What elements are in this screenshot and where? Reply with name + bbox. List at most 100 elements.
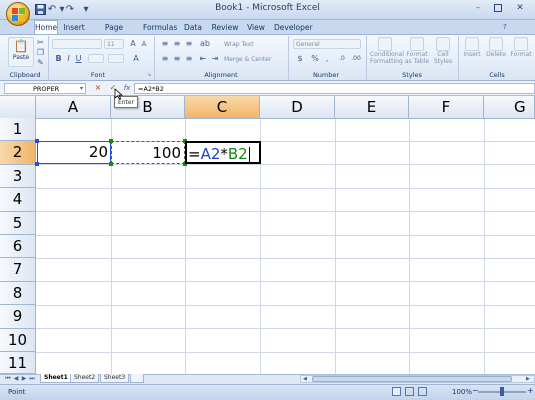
paste-button[interactable]: 📋 Paste [8,37,34,67]
last-sheet-icon[interactable]: ⏭ [28,375,36,383]
page-break-view-icon[interactable] [418,387,427,396]
format-painter-icon[interactable]: ✎ [36,58,45,67]
alignment-group-label: Alignment [204,71,238,79]
office-button[interactable] [6,2,30,26]
conditional-formatting-button[interactable]: Conditional Formatting [370,37,404,71]
next-sheet-icon[interactable]: ▶ [20,375,28,383]
tab-formulas[interactable]: Formulas [143,22,177,34]
align-left-icon[interactable]: ≡ [160,54,170,64]
merge-center-button[interactable]: Merge & Center [224,56,284,64]
font-group-label: Font [90,71,106,79]
insert-sheet-icon[interactable] [130,374,144,383]
decrease-indent-icon[interactable]: ⇤ [198,54,208,64]
name-box-dropdown-icon[interactable]: ▾ [80,84,86,93]
sheet-tab-sheet2[interactable]: Sheet2 [70,374,100,383]
scroll-left-icon[interactable]: ◀ [303,376,309,382]
wrap-text-button[interactable]: Wrap Text [224,41,270,49]
conditional-formatting-icon [378,37,392,51]
column-header-g[interactable]: G [484,96,535,119]
percent-icon[interactable]: % [310,54,320,64]
column-header-a[interactable]: A [36,96,111,119]
cell-a2[interactable]: 20 [37,141,111,164]
font-color-icon[interactable]: A [128,54,144,63]
close-icon[interactable]: ✕ [512,2,528,14]
row-header-2[interactable]: 2 [0,141,36,165]
formula-equals: = [188,145,201,163]
prev-sheet-icon[interactable]: ◀ [12,375,20,383]
tab-review[interactable]: Review [211,22,239,34]
tab-developer[interactable]: Developer [274,22,313,34]
column-header-e[interactable]: E [335,96,409,119]
orientation-icon[interactable]: ab [198,39,212,49]
row-header-8[interactable]: 8 [0,281,36,306]
formula-input[interactable]: =A2*B2 [134,83,535,94]
row-header-9[interactable]: 9 [0,305,36,329]
tab-home[interactable]: Home [34,20,58,35]
sheet-tab-sheet1[interactable]: Sheet1 [40,374,72,383]
zoom-in-icon[interactable]: + [527,386,534,396]
delete-cells-button[interactable]: Delete [484,37,508,71]
cell-b2[interactable]: 100 [111,141,185,164]
number-format-select[interactable]: General [293,39,361,49]
minimize-icon[interactable]: – [476,4,484,12]
align-bottom-icon[interactable]: ≡ [184,39,194,49]
row-header-1[interactable]: 1 [0,118,36,142]
borders-button[interactable] [88,54,104,63]
row-header-3[interactable]: 3 [0,164,36,189]
grow-font-icon[interactable]: A [128,39,138,49]
name-box[interactable]: PROPER [4,83,86,94]
font-size-select[interactable]: 11 [104,39,124,49]
row-header-11[interactable]: 11 [0,352,36,374]
insert-cells-button[interactable]: Insert [461,37,483,71]
underline-icon[interactable]: U [74,54,83,63]
copy-icon[interactable]: ❐ [36,48,45,57]
align-top-icon[interactable]: ≡ [160,39,170,49]
row-header-7[interactable]: 7 [0,258,36,282]
cell-c2-active[interactable]: =A2*B2 [185,141,261,164]
align-right-icon[interactable]: ≡ [184,54,194,64]
tab-page-layout[interactable]: Page Layout [94,22,134,44]
currency-icon[interactable]: $ [294,54,306,64]
comma-style-icon[interactable]: , [322,54,332,64]
bold-icon[interactable]: B [54,54,63,63]
cut-icon[interactable]: ✂ [36,38,45,47]
help-icon[interactable]: ? [503,23,511,31]
format-cells-button[interactable]: Format [509,37,533,71]
sheet-tab-sheet3[interactable]: Sheet3 [100,374,130,383]
select-all-button[interactable] [0,96,36,119]
shrink-font-icon[interactable]: A [140,40,148,49]
column-header-c[interactable]: C [185,96,260,119]
cancel-icon[interactable]: × [93,83,103,93]
row-header-6[interactable]: 6 [0,235,36,259]
row-header-10[interactable]: 10 [0,328,36,352]
tab-data[interactable]: Data [183,22,203,34]
scroll-right-icon[interactable]: ▶ [526,376,532,382]
status-mode: Point [8,388,26,396]
italic-icon[interactable]: I [64,54,73,63]
maximize-icon[interactable] [494,4,502,12]
cell-styles-button[interactable]: Cell Styles [432,37,454,71]
range-handle[interactable] [109,162,113,166]
column-header-d[interactable]: D [260,96,335,119]
align-middle-icon[interactable]: ≡ [172,39,182,49]
fill-color-button[interactable] [108,54,124,63]
column-header-f[interactable]: F [409,96,484,119]
row-header-5[interactable]: 5 [0,211,36,235]
dialog-launcher-icon[interactable]: ↘ [146,71,152,79]
increase-decimal-icon[interactable]: .0 [336,54,348,64]
first-sheet-icon[interactable]: ⏮ [4,375,12,383]
decrease-decimal-icon[interactable]: .00 [350,54,362,64]
zoom-level[interactable]: 100% [452,387,472,397]
font-name-select[interactable] [52,39,102,49]
tab-view[interactable]: View [245,22,267,34]
increase-indent-icon[interactable]: ⇥ [210,54,220,64]
align-center-icon[interactable]: ≡ [172,54,182,64]
normal-view-icon[interactable] [392,387,401,396]
format-as-table-button[interactable]: Format as Table [404,37,430,71]
zoom-slider-knob[interactable] [500,387,504,396]
scrollbar-thumb[interactable] [312,376,512,382]
row-header-4[interactable]: 4 [0,188,36,212]
tab-insert[interactable]: Insert [62,22,86,34]
range-handle[interactable] [109,139,113,143]
page-layout-view-icon[interactable] [405,387,414,396]
